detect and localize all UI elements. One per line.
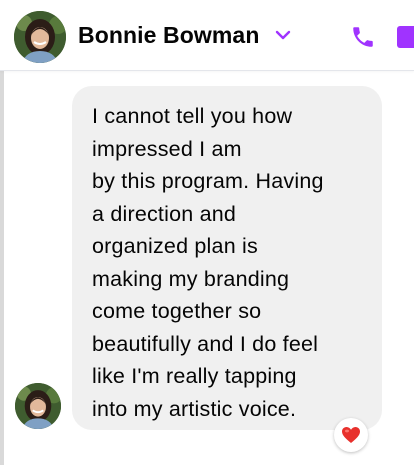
chat-window: Bonnie Bowman I cannot tell you how impr…	[0, 0, 414, 465]
sender-avatar[interactable]	[15, 383, 61, 429]
video-camera-icon[interactable]	[397, 26, 414, 48]
window-edge	[0, 70, 4, 465]
contact-photo	[14, 11, 66, 63]
sender-photo	[15, 383, 61, 429]
message-text: I cannot tell you how impressed I am by …	[92, 104, 324, 421]
contact-name[interactable]: Bonnie Bowman	[78, 22, 259, 49]
message-bubble[interactable]: I cannot tell you how impressed I am by …	[72, 86, 382, 430]
chevron-down-icon[interactable]	[275, 29, 291, 41]
heart-icon	[342, 427, 360, 443]
phone-icon[interactable]	[350, 24, 376, 50]
chat-header: Bonnie Bowman	[0, 0, 414, 71]
reaction-badge[interactable]	[334, 418, 368, 452]
contact-avatar[interactable]	[14, 11, 66, 63]
